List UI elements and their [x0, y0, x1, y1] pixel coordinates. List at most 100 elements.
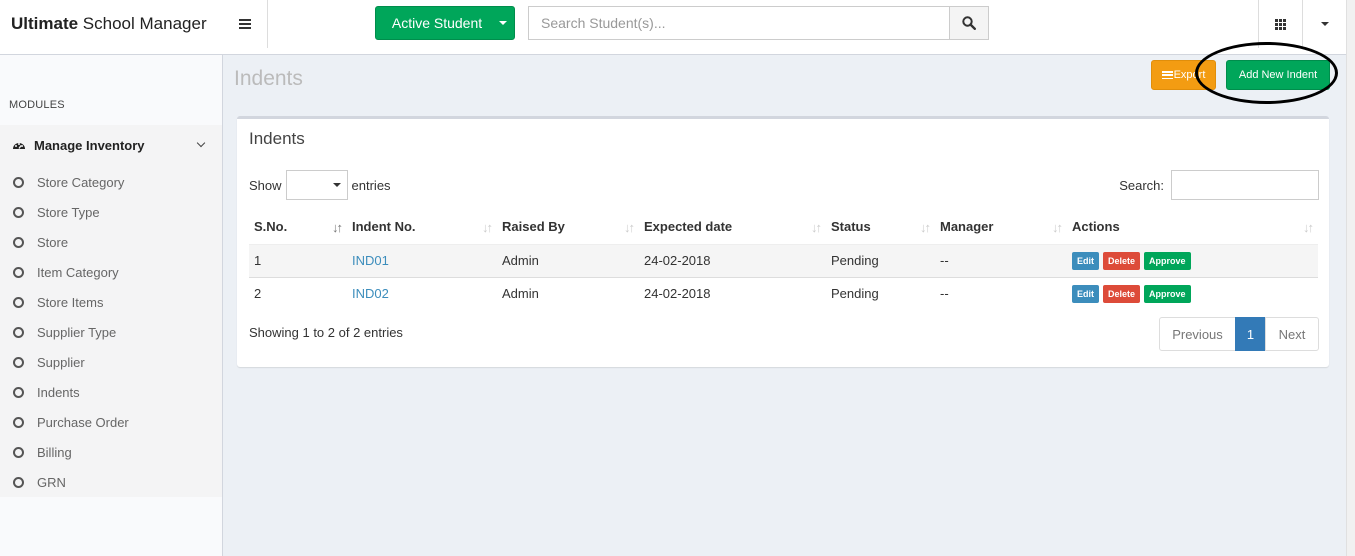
cell-indent-no: IND01 [347, 244, 497, 277]
column-header-manager[interactable]: Manager ↓↑ [935, 210, 1067, 245]
table-search: Search: [1119, 170, 1319, 200]
edit-button[interactable]: Edit [1072, 251, 1099, 270]
sidebar-item-item-category[interactable]: Item Category [0, 257, 222, 287]
sort-icon: ↓↑ [1052, 220, 1063, 235]
pagination-page-1[interactable]: 1 [1235, 317, 1266, 351]
annotation-circle [1195, 42, 1338, 104]
column-header-expected-date[interactable]: Expected date ↓↑ [639, 210, 826, 245]
circle-icon [13, 386, 24, 398]
sidebar-item-label: Store Category [37, 174, 125, 190]
page-scrollbar[interactable] [1346, 0, 1355, 556]
show-entries: Show entries [249, 170, 391, 200]
indents-box: Indents Show entries Search: S.No. ↓↑ Ind… [237, 116, 1329, 367]
apps-grid-button[interactable] [1258, 0, 1302, 48]
page-title: Indents [234, 67, 303, 90]
table-header-row: S.No. ↓↑ Indent No. ↓↑ Raised By ↓↑ Expecte… [249, 210, 1318, 245]
caret-down-icon [499, 21, 507, 25]
search-label: Search: [1119, 177, 1164, 193]
sidebar-item-label: Supplier Type [37, 324, 117, 340]
student-search-button[interactable] [949, 6, 989, 40]
sidebar-item-indents[interactable]: Indents [0, 377, 222, 407]
cell-manager: -- [935, 276, 1067, 310]
sidebar-item-label: Indents [37, 384, 80, 400]
table-row: 2 IND02 Admin 24-02-2018 Pending -- Edit… [249, 276, 1318, 310]
approve-button[interactable]: Approve [1144, 251, 1191, 270]
sidebar-item-label: Billing [37, 444, 72, 460]
show-label: Show [249, 177, 282, 193]
sidebar: MODULES Manage Inventory Store Category … [0, 55, 223, 556]
table-row: 1 IND01 Admin 24-02-2018 Pending -- Edit… [249, 244, 1318, 277]
cell-status: Pending [826, 276, 935, 310]
indents-table: S.No. ↓↑ Indent No. ↓↑ Raised By ↓↑ Expecte… [249, 210, 1318, 310]
sidebar-item-store-items[interactable]: Store Items [0, 287, 222, 317]
circle-icon [13, 236, 24, 248]
cell-indent-no: IND02 [347, 276, 497, 310]
cell-actions: Edit Delete Approve [1067, 244, 1318, 277]
search-icon [962, 16, 976, 30]
sort-icon: ↓↑ [482, 220, 493, 235]
entries-label: entries [351, 177, 391, 193]
list-icon [1161, 71, 1173, 79]
sidebar-item-label: Purchase Order [37, 414, 129, 430]
cell-actions: Edit Delete Approve [1067, 276, 1318, 310]
column-header-indent-no[interactable]: Indent No. ↓↑ [347, 210, 497, 245]
sidebar-item-billing[interactable]: Billing [0, 437, 222, 467]
sort-icon: ↓↑ [811, 220, 822, 235]
cell-raised-by: Admin [497, 244, 639, 277]
sidebar-toggle-button[interactable] [223, 0, 268, 48]
cell-expected-date: 24-02-2018 [639, 276, 826, 310]
indent-link[interactable]: IND02 [352, 286, 389, 301]
cell-expected-date: 24-02-2018 [639, 244, 826, 277]
sidebar-item-label: Store Type [37, 204, 100, 220]
sidebar-item-store-category[interactable]: Store Category [0, 167, 222, 197]
sidebar-item-purchase-order[interactable]: Purchase Order [0, 407, 222, 437]
brand-rest: School Manager [78, 14, 207, 33]
student-search-input[interactable] [528, 6, 950, 40]
column-header-actions[interactable]: Actions ↓↑ [1067, 210, 1318, 245]
sidebar-item-store[interactable]: Store [0, 227, 222, 257]
sort-icon: ↓↑ [1303, 220, 1314, 235]
entries-select[interactable] [285, 170, 348, 200]
active-student-dropdown[interactable]: Active Student [375, 6, 515, 40]
sidebar-item-label: Store Items [37, 294, 104, 310]
grid-icon [1275, 18, 1286, 30]
sidebar-item-supplier[interactable]: Supplier [0, 347, 222, 377]
circle-icon [13, 296, 24, 308]
circle-icon [13, 416, 24, 428]
sidebar-item-store-type[interactable]: Store Type [0, 197, 222, 227]
column-header-status[interactable]: Status ↓↑ [826, 210, 935, 245]
cell-raised-by: Admin [497, 276, 639, 310]
column-header-sno[interactable]: S.No. ↓↑ [249, 210, 347, 245]
pagination-previous[interactable]: Previous [1159, 317, 1236, 351]
edit-button[interactable]: Edit [1072, 284, 1099, 303]
inventory-menu: Store Category Store Type Store Item Cat… [0, 167, 222, 497]
table-search-input[interactable] [1171, 170, 1319, 200]
table-info: Showing 1 to 2 of 2 entries [249, 325, 403, 340]
approve-button[interactable]: Approve [1144, 284, 1191, 303]
chevron-down-icon [196, 138, 206, 148]
circle-icon [13, 326, 24, 338]
circle-icon [13, 476, 24, 488]
indent-link[interactable]: IND01 [352, 253, 389, 268]
sidebar-item-label: Store [37, 234, 69, 250]
caret-down-icon [1320, 22, 1329, 26]
user-menu-button[interactable] [1302, 0, 1346, 48]
pagination-next[interactable]: Next [1265, 317, 1319, 351]
circle-icon [13, 356, 24, 368]
manage-inventory-label: Manage Inventory [34, 137, 145, 153]
sort-asc-icon: ↓↑ [332, 220, 343, 235]
top-navbar: Ultimate School Manager Active Student [0, 0, 1355, 55]
cell-sno: 2 [249, 276, 347, 310]
cell-manager: -- [935, 244, 1067, 277]
manage-inventory-toggle[interactable]: Manage Inventory [0, 125, 222, 165]
active-student-caret[interactable] [492, 7, 514, 39]
sidebar-item-grn[interactable]: GRN [0, 467, 222, 497]
sidebar-item-supplier-type[interactable]: Supplier Type [0, 317, 222, 347]
circle-icon [13, 266, 24, 278]
app-brand[interactable]: Ultimate School Manager [0, 0, 223, 48]
circle-icon [13, 446, 24, 458]
sidebar-item-label: Supplier [37, 354, 85, 370]
delete-button[interactable]: Delete [1103, 284, 1141, 303]
delete-button[interactable]: Delete [1103, 251, 1141, 270]
column-header-raised-by[interactable]: Raised By ↓↑ [497, 210, 639, 245]
